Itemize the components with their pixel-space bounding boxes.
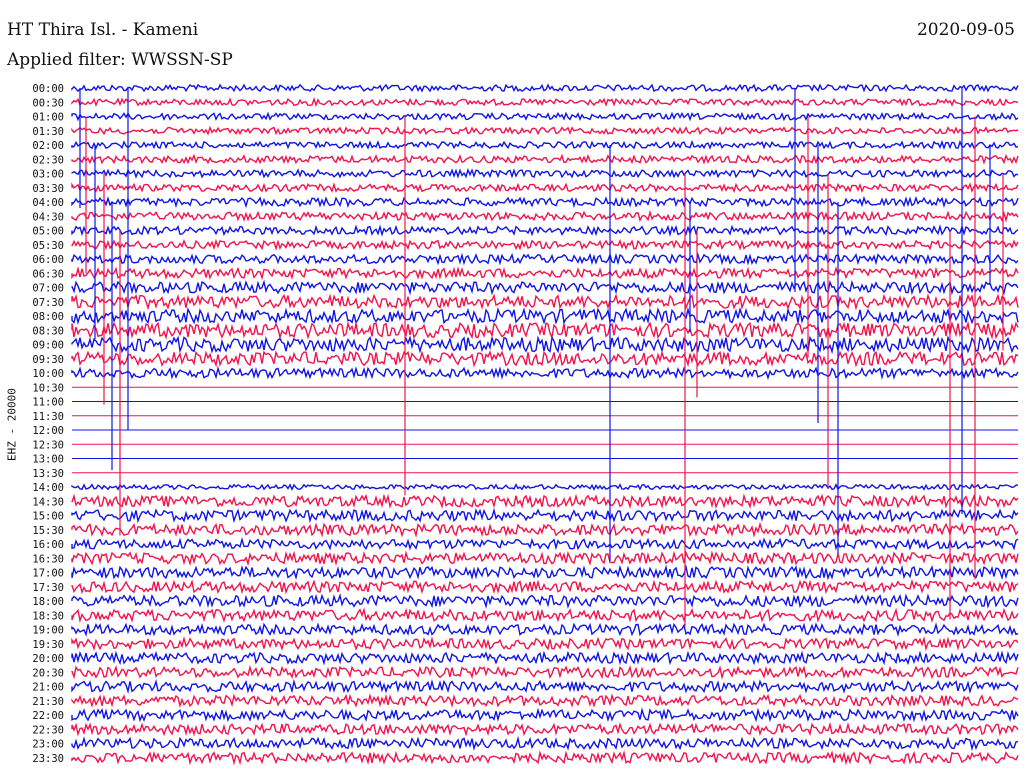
row-tick-label: 21:00 xyxy=(32,682,64,694)
trace-row xyxy=(71,167,1019,179)
trace-row xyxy=(71,735,1019,752)
trace-row xyxy=(71,607,1019,624)
row-tick-label: 01:30 xyxy=(32,126,64,138)
row-tick-label: 17:00 xyxy=(32,568,64,580)
row-tick-label: 12:30 xyxy=(32,439,64,451)
row-tick-label: 04:00 xyxy=(32,197,64,209)
trace-row xyxy=(71,111,1019,122)
trace-row xyxy=(71,293,1019,311)
trace-row xyxy=(71,721,1019,737)
row-tick-label: 06:00 xyxy=(32,254,64,266)
trace-row xyxy=(71,209,1019,223)
row-tick-label: 05:30 xyxy=(32,240,64,252)
trace-row xyxy=(71,182,1019,194)
row-tick-label: 21:30 xyxy=(32,696,64,708)
helicorder-svg: 00:00 00:30 01:00 01:30 02:00 02:30 03:00 03:30… xyxy=(32,83,1019,766)
row-tick-label: 09:30 xyxy=(32,354,64,366)
row-tick-label: 23:30 xyxy=(32,753,64,765)
trace-row xyxy=(71,493,1019,510)
row-tick-label: 04:30 xyxy=(32,211,64,223)
row-tick-label: 14:30 xyxy=(32,496,64,508)
trace-row xyxy=(71,650,1019,666)
helicorder-plot: 00:00 00:30 01:00 01:30 02:00 02:30 03:00 03:30… xyxy=(0,0,1024,780)
row-tick-label: 07:30 xyxy=(32,297,64,309)
row-tick-label: 18:30 xyxy=(32,610,64,622)
row-tick-label: 13:30 xyxy=(32,468,64,480)
trace-row xyxy=(71,224,1019,237)
row-tick-label: 01:00 xyxy=(32,112,64,124)
trace-row xyxy=(71,279,1019,296)
filter-subtitle: Applied filter: WWSSN-SP xyxy=(7,50,233,70)
trace-row xyxy=(71,678,1019,694)
trace-row xyxy=(71,195,1019,209)
row-tick-label: 11:30 xyxy=(32,411,64,423)
row-tick-label: 05:00 xyxy=(32,226,64,238)
row-tick-label: 15:30 xyxy=(32,525,64,537)
row-tick-label: 03:30 xyxy=(32,183,64,195)
row-tick-label: 08:30 xyxy=(32,325,64,337)
trace-row xyxy=(71,335,1019,355)
row-tick-label: 17:30 xyxy=(32,582,64,594)
row-tick-label: 22:00 xyxy=(32,710,64,722)
row-tick-label: 19:30 xyxy=(32,639,64,651)
trace-row xyxy=(71,578,1019,595)
row-tick-label: 02:30 xyxy=(32,154,64,166)
row-tick-label: 20:30 xyxy=(32,667,64,679)
row-tick-label: 16:30 xyxy=(32,553,64,565)
trace-row xyxy=(71,125,1019,136)
row-tick-label: 19:00 xyxy=(32,625,64,637)
record-date: 2020-09-05 xyxy=(916,20,1015,40)
row-tick-label: 10:00 xyxy=(32,368,64,380)
row-tick-label: 11:00 xyxy=(32,397,64,409)
row-tick-label: 18:00 xyxy=(32,596,64,608)
trace-row xyxy=(71,153,1019,165)
trace-row xyxy=(71,750,1019,766)
row-tick-label: 07:00 xyxy=(32,283,64,295)
row-tick-label: 06:30 xyxy=(32,268,64,280)
trace-row xyxy=(71,564,1019,581)
trace-row xyxy=(71,238,1019,251)
row-tick-label: 16:00 xyxy=(32,539,64,551)
row-tick-label: 02:00 xyxy=(32,140,64,152)
trace-row xyxy=(71,664,1019,680)
row-tick-label: 20:00 xyxy=(32,653,64,665)
row-tick-label: 13:00 xyxy=(32,454,64,466)
row-tick-label: 03:00 xyxy=(32,169,64,181)
trace-row xyxy=(71,266,1019,281)
trace-row xyxy=(71,349,1019,368)
trace-row xyxy=(71,592,1019,609)
row-tick-label: 15:00 xyxy=(32,511,64,523)
trace-row xyxy=(71,83,1019,93)
row-tick-label: 12:00 xyxy=(32,425,64,437)
trace-row xyxy=(71,306,1019,325)
trace-row xyxy=(71,622,1019,638)
trace-row xyxy=(71,521,1019,538)
row-tick-label: 00:00 xyxy=(32,83,64,95)
row-tick-label: 22:30 xyxy=(32,724,64,736)
row-tick-label: 00:30 xyxy=(32,97,64,109)
trace-row xyxy=(71,252,1019,266)
station-title: HT Thira Isl. - Kameni xyxy=(7,20,199,40)
trace-row xyxy=(71,635,1019,652)
y-axis-label: EHZ - 20000 xyxy=(5,388,19,461)
row-tick-label: 23:00 xyxy=(32,739,64,751)
row-tick-label: 14:00 xyxy=(32,482,64,494)
row-tick-label: 08:00 xyxy=(32,311,64,323)
trace-row xyxy=(71,97,1019,108)
trace-row xyxy=(71,365,1019,380)
trace-row xyxy=(71,707,1019,723)
trace-row xyxy=(71,693,1019,709)
row-tick-label: 09:00 xyxy=(32,340,64,352)
trace-row xyxy=(71,536,1019,551)
trace-row xyxy=(71,320,1019,340)
trace-row xyxy=(71,483,1019,492)
trace-row xyxy=(71,507,1019,524)
trace-row xyxy=(71,139,1019,151)
row-tick-label: 10:30 xyxy=(32,382,64,394)
trace-row xyxy=(71,550,1019,567)
